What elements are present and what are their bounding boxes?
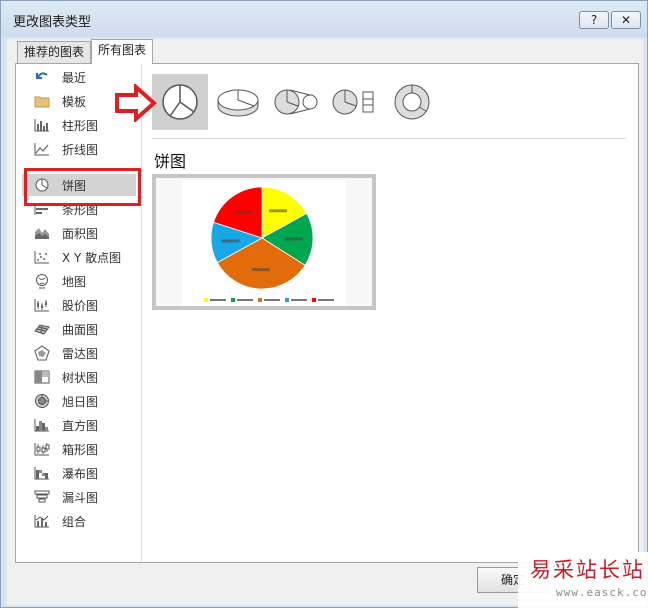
pie-data-label-3 xyxy=(252,268,271,272)
category-treemap[interactable]: 树状图 xyxy=(22,366,136,388)
category-label: 曲面图 xyxy=(62,322,99,337)
help-button[interactable]: ? xyxy=(579,11,609,29)
category-histogram[interactable]: 直方图 xyxy=(22,414,136,436)
pie-data-label-5 xyxy=(234,210,253,214)
treemap-chart-icon xyxy=(32,369,52,385)
pie-data-label-1 xyxy=(269,209,288,213)
category-sunburst[interactable]: 旭日图 xyxy=(22,390,136,412)
category-stock[interactable]: 股价图 xyxy=(22,294,136,316)
chart-preview[interactable] xyxy=(152,174,376,310)
legend-swatch-5 xyxy=(312,298,316,302)
category-label: 面积图 xyxy=(62,226,99,241)
pie-icon xyxy=(162,84,198,120)
subtype-bar-of-pie[interactable] xyxy=(326,74,382,130)
category-box-whisker[interactable]: 箱形图 xyxy=(22,438,136,460)
pie-data-label-4 xyxy=(221,239,240,243)
subtype-pie[interactable] xyxy=(152,74,208,130)
all-charts-panel: 最近 模板 柱形图 折线图 饼图 条形图 面积图 X Y 散点图 地图 股价图 … xyxy=(15,63,639,563)
dialog-client: 推荐的图表 所有图表 最近 模板 柱形图 折线图 饼图 条形图 面积图 X Y … xyxy=(7,39,643,605)
box-whisker-chart-icon xyxy=(32,441,52,457)
3d-pie-icon xyxy=(217,89,259,117)
bar-of-pie-icon xyxy=(332,89,374,115)
category-label: 瀑布图 xyxy=(62,466,99,481)
category-map[interactable]: 地图 xyxy=(22,270,136,292)
category-area[interactable]: 面积图 xyxy=(22,222,136,244)
surface-chart-icon xyxy=(32,321,52,337)
category-combo[interactable]: 组合 xyxy=(22,510,136,532)
tab-all-charts[interactable]: 所有图表 xyxy=(91,39,154,64)
category-label: 柱形图 xyxy=(62,118,99,133)
category-label: 直方图 xyxy=(62,418,99,433)
category-label: 树状图 xyxy=(62,370,99,385)
category-label: X Y 散点图 xyxy=(62,250,122,265)
category-surface[interactable]: 曲面图 xyxy=(22,318,136,340)
watermark: 易采站长站 www.easck.com xyxy=(518,552,648,608)
preview-pie-chart xyxy=(204,186,334,302)
subtype-doughnut[interactable] xyxy=(384,74,440,130)
legend-label-1 xyxy=(210,299,226,301)
pie-of-pie-icon xyxy=(274,89,318,115)
title-bar: 更改图表类型 ? ✕ xyxy=(1,1,647,37)
legend-swatch-1 xyxy=(204,298,208,302)
combo-chart-icon xyxy=(32,513,52,529)
line-chart-icon xyxy=(32,141,52,157)
histogram-chart-icon xyxy=(32,417,52,433)
radar-chart-icon xyxy=(32,345,52,361)
sunburst-chart-icon xyxy=(32,393,52,409)
doughnut-icon xyxy=(394,84,430,120)
change-chart-type-dialog: 更改图表类型 ? ✕ 推荐的图表 所有图表 最近 模板 柱形图 折线图 饼图 条… xyxy=(0,0,648,608)
category-label: 折线图 xyxy=(62,142,99,157)
category-funnel[interactable]: 漏斗图 xyxy=(22,486,136,508)
category-label: 股价图 xyxy=(62,298,99,313)
category-label: 地图 xyxy=(62,274,87,289)
red-arrow-icon xyxy=(115,84,158,122)
selection-highlight-box xyxy=(24,168,141,206)
legend-swatch-4 xyxy=(285,298,289,302)
waterfall-chart-icon xyxy=(32,465,52,481)
legend-label-2 xyxy=(237,299,253,301)
dialog-title: 更改图表类型 xyxy=(13,15,92,30)
category-label: 模板 xyxy=(62,94,87,109)
legend-label-3 xyxy=(264,299,280,301)
legend-label-4 xyxy=(291,299,307,301)
selected-chart-type-title: 饼图 xyxy=(154,152,187,171)
scatter-chart-icon xyxy=(32,249,52,265)
stock-chart-icon xyxy=(32,297,52,313)
category-label: 箱形图 xyxy=(62,442,99,457)
category-label: 旭日图 xyxy=(62,394,99,409)
chart-category-list: 最近 模板 柱形图 折线图 饼图 条形图 面积图 X Y 散点图 地图 股价图 … xyxy=(16,64,142,562)
category-label: 雷达图 xyxy=(62,346,99,361)
map-chart-icon xyxy=(32,273,52,289)
category-label: 漏斗图 xyxy=(62,490,99,505)
category-label: 最近 xyxy=(62,70,87,85)
preview-canvas xyxy=(182,180,346,306)
category-scatter[interactable]: X Y 散点图 xyxy=(22,246,136,268)
tab-recommended-charts[interactable]: 推荐的图表 xyxy=(17,41,92,63)
legend-label-5 xyxy=(318,299,334,301)
subtype-3d-pie[interactable] xyxy=(210,74,266,130)
category-radar[interactable]: 雷达图 xyxy=(22,342,136,364)
watermark-url: www.easck.com xyxy=(556,586,648,599)
gallery-separator xyxy=(152,138,626,139)
funnel-chart-icon xyxy=(32,489,52,505)
area-chart-icon xyxy=(32,225,52,241)
pie-data-label-2 xyxy=(284,237,303,241)
category-line[interactable]: 折线图 xyxy=(22,138,136,160)
watermark-text: 易采站长站 xyxy=(530,558,645,582)
category-waterfall[interactable]: 瀑布图 xyxy=(22,462,136,484)
legend-swatch-3 xyxy=(258,298,262,302)
subtype-pie-of-pie[interactable] xyxy=(268,74,324,130)
folder-icon xyxy=(32,93,52,109)
column-chart-icon xyxy=(32,117,52,133)
recent-icon xyxy=(32,69,52,85)
legend-swatch-2 xyxy=(231,298,235,302)
close-button[interactable]: ✕ xyxy=(611,11,641,29)
category-label: 组合 xyxy=(62,514,87,529)
